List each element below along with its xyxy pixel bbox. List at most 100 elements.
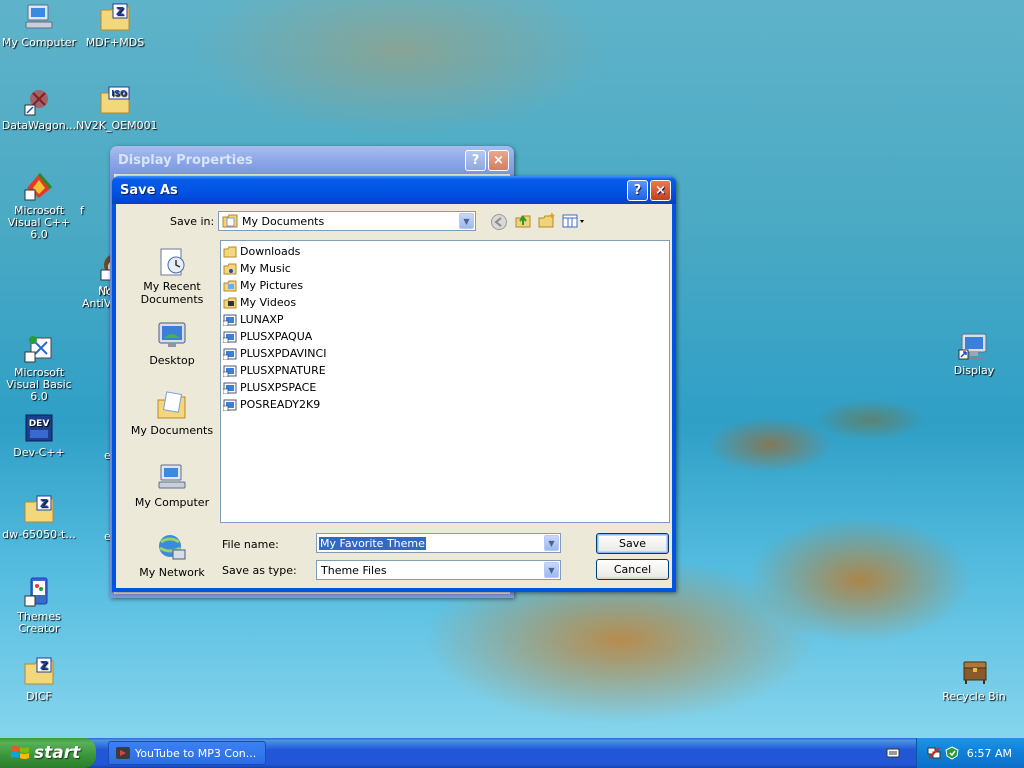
- security-alert-icon[interactable]: [945, 746, 959, 760]
- desktop-icon-recycle-bin[interactable]: Recycle Bin: [934, 656, 1014, 703]
- desktop-icon-item[interactable]: Themes Creator: [0, 576, 78, 635]
- file-name-value: My Favorite Theme: [319, 536, 426, 550]
- file-list-item[interactable]: POSREADY2K9: [223, 396, 320, 413]
- help-button[interactable]: ?: [627, 179, 648, 201]
- taskbar-item-label: YouTube to MP3 Con...: [135, 746, 257, 760]
- start-button[interactable]: start: [0, 738, 96, 768]
- desktop-icon-display[interactable]: Display: [934, 330, 1014, 377]
- network-icon[interactable]: [927, 746, 941, 760]
- iso-file-icon: ISO: [100, 86, 130, 114]
- desktop-icon-item[interactable]: DataWagon...: [0, 85, 78, 132]
- file-list-item[interactable]: PLUSXPDAVINCI: [223, 345, 326, 362]
- windows-logo-icon: [11, 746, 29, 759]
- app-icon: [116, 747, 130, 759]
- place-label: My Recent Documents: [140, 280, 204, 306]
- help-icon: ?: [633, 182, 642, 198]
- taskbar: start YouTube to MP3 Con... 6:57 AM: [0, 738, 1024, 768]
- file-name-label: File name:: [222, 538, 279, 551]
- cancel-button-label: Cancel: [613, 563, 652, 576]
- desktop-icon-item[interactable]: ISO NV2K_OEM001: [76, 85, 158, 132]
- folder-icon: [223, 246, 237, 257]
- theme-file-icon: [223, 348, 237, 360]
- pictures-folder-icon: [223, 280, 237, 291]
- save-as-type-label: Save as type:: [222, 564, 297, 577]
- close-button[interactable]: ×: [650, 179, 671, 201]
- recycle-bin-icon: [963, 661, 987, 684]
- desktop-icon-label: Dev-C++: [13, 446, 65, 459]
- file-list-item[interactable]: PLUSXPNATURE: [223, 362, 326, 379]
- back-icon[interactable]: [490, 213, 508, 231]
- desktop-icon-item[interactable]: Microsoft Visual Basic 6.0: [0, 332, 78, 403]
- place-item[interactable]: My Documents: [126, 390, 218, 437]
- close-button[interactable]: ×: [488, 149, 509, 171]
- desktop-icon-item[interactable]: Microsoft Visual C++ 6.0: [0, 170, 78, 241]
- desktop-icon-label: NV2K_OEM001: [76, 119, 158, 132]
- file-name: Downloads: [240, 245, 301, 258]
- svg-text:DEV: DEV: [29, 419, 50, 429]
- dev-cpp-icon: DEV: [25, 414, 53, 442]
- file-list-item[interactable]: My Music: [223, 260, 291, 277]
- my-documents-icon: [157, 391, 186, 419]
- place-label: My Network: [139, 566, 205, 579]
- file-name: PLUSXPDAVINCI: [240, 347, 327, 360]
- file-list-item[interactable]: PLUSXPSPACE: [223, 379, 316, 396]
- new-folder-icon[interactable]: [538, 212, 556, 230]
- desktop-icon-item[interactable]: Zdw-65050-t...: [0, 494, 78, 541]
- close-icon: ×: [493, 152, 504, 168]
- desktop-icon-label: dw-65050-t...: [2, 528, 76, 541]
- desktop-icon-label: MDF+MDS: [85, 36, 145, 49]
- clock[interactable]: 6:57 AM: [967, 747, 1012, 760]
- save-in-label: Save in:: [170, 215, 215, 228]
- place-label: My Documents: [130, 424, 214, 437]
- desktop-icon-label: Microsoft Visual Basic 6.0: [6, 366, 72, 403]
- save-button[interactable]: Save: [596, 533, 669, 554]
- start-label: start: [34, 743, 81, 763]
- chevron-down-icon[interactable]: ▼: [544, 535, 559, 551]
- file-name: My Videos: [240, 296, 297, 309]
- chevron-down-icon[interactable]: ▼: [544, 562, 559, 578]
- chevron-down-icon[interactable]: ▼: [459, 213, 474, 229]
- save-as-dialog[interactable]: Save As ? × Save in: My Documents ▼ My R…: [112, 176, 676, 592]
- svg-text:ISO: ISO: [111, 89, 127, 98]
- display-properties-titlebar[interactable]: Display Properties ? ×: [110, 146, 514, 174]
- my-computer-icon: [25, 4, 53, 29]
- place-label: My Computer: [134, 496, 210, 509]
- save-in-combo[interactable]: My Documents ▼: [218, 211, 476, 231]
- desktop-icon-label: My Computer: [1, 36, 77, 49]
- desktop-icon-label: Display: [953, 364, 995, 377]
- place-item[interactable]: My Network: [126, 532, 218, 579]
- file-list-item[interactable]: My Pictures: [223, 277, 303, 294]
- music-folder-icon: [223, 263, 237, 274]
- file-name: PLUSXPAQUA: [240, 330, 313, 343]
- save-as-titlebar[interactable]: Save As ? ×: [112, 176, 676, 204]
- my-documents-icon: [222, 214, 238, 228]
- desktop-icon-item[interactable]: Z DICF: [0, 656, 78, 703]
- desktop-icon-label: Themes Creator: [17, 610, 61, 635]
- desktop-icon-item[interactable]: My Computer: [0, 2, 78, 49]
- save-as-type-select[interactable]: Theme Files ▼: [316, 560, 561, 580]
- cancel-button[interactable]: Cancel: [596, 559, 669, 580]
- up-folder-icon[interactable]: [514, 212, 532, 230]
- desktop-icon-label: Recycle Bin: [942, 690, 1006, 703]
- help-button[interactable]: ?: [465, 149, 486, 171]
- places-bar: My Recent Documents Desktop My Documents My…: [126, 240, 218, 580]
- place-item[interactable]: Desktop: [126, 320, 218, 367]
- desktop-icon-item[interactable]: Z MDF+MDS: [76, 2, 154, 49]
- place-item[interactable]: My Recent Documents: [126, 246, 218, 306]
- display-icon: [958, 333, 987, 360]
- file-name: LUNAXP: [240, 313, 284, 326]
- desktop-icon-label: DataWagon...: [1, 119, 77, 132]
- taskbar-item[interactable]: YouTube to MP3 Con...: [108, 741, 266, 765]
- desktop-icon-item[interactable]: DEV Dev-C++: [0, 412, 78, 459]
- file-list-item[interactable]: PLUSXPAQUA: [223, 328, 312, 345]
- zip-folder-icon: Z: [24, 657, 54, 685]
- file-name-input[interactable]: My Favorite Theme ▼: [316, 533, 561, 553]
- file-list-item[interactable]: My Videos: [223, 294, 296, 311]
- views-menu-icon[interactable]: [562, 213, 586, 229]
- place-item[interactable]: My Computer: [126, 462, 218, 509]
- file-list-item[interactable]: Downloads: [223, 243, 300, 260]
- file-list[interactable]: Downloads My Music My Pictures My Videos LUN…: [220, 240, 670, 523]
- zip-folder-icon: Z: [100, 3, 130, 31]
- file-list-item[interactable]: LUNAXP: [223, 311, 284, 328]
- keyboard-icon[interactable]: [886, 746, 900, 760]
